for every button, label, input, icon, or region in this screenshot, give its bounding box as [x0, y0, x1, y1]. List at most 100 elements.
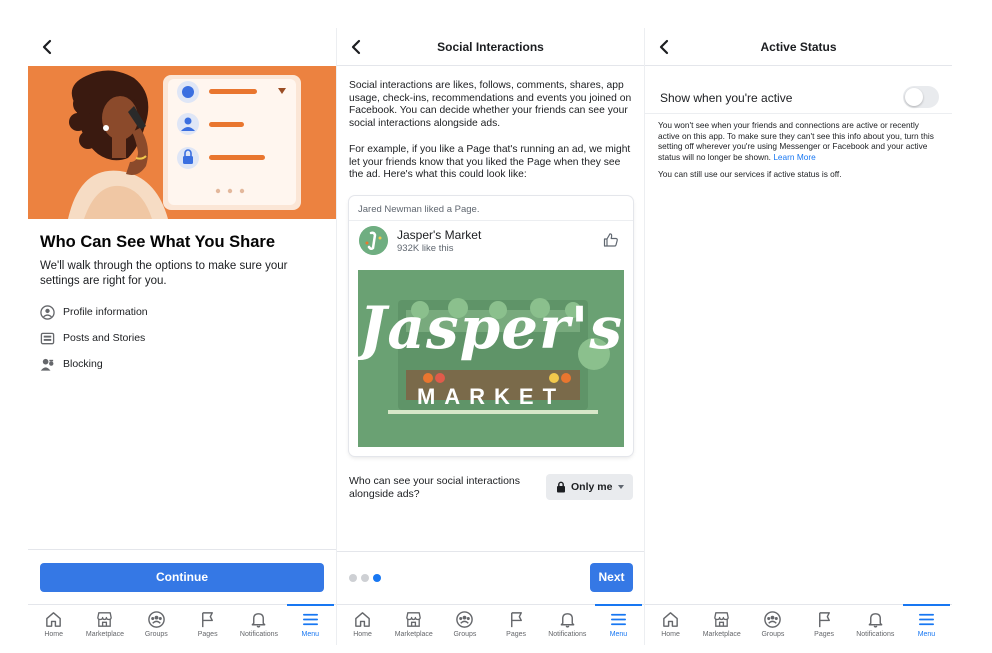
bottom-nav: Home Marketplace Groups Pages Notificati…: [645, 604, 952, 645]
nav-label: Home: [661, 631, 680, 638]
nav-home[interactable]: Home: [28, 605, 79, 645]
step-indicator: [349, 574, 385, 582]
flag-icon: [818, 612, 830, 628]
bell-icon: [868, 613, 883, 628]
header: [28, 28, 336, 66]
divider: [28, 549, 336, 550]
marketplace-icon: [714, 612, 730, 627]
audience-value: Only me: [571, 481, 613, 493]
nav-marketplace[interactable]: Marketplace: [79, 605, 130, 645]
marketplace-icon: [97, 612, 113, 627]
like-thumb-icon[interactable]: [603, 232, 619, 248]
social-interactions-panel: Social Interactions Social interactions …: [336, 28, 644, 645]
menu-icon: [302, 613, 318, 626]
nav-label: Groups: [761, 631, 785, 638]
nav-groups[interactable]: Groups: [439, 605, 490, 645]
nav-label: Home: [353, 631, 372, 638]
home-icon: [663, 612, 678, 627]
nav-label: Groups: [144, 631, 168, 638]
groups-icon: [764, 611, 782, 628]
bottom-nav: Home Marketplace Groups Pages Notificati…: [337, 604, 644, 645]
page-title: Who Can See What You Share: [40, 233, 276, 251]
active-status-toggle[interactable]: [903, 86, 939, 108]
nav-label: Groups: [453, 631, 477, 638]
example-paragraph: For example, if you like a Page that's r…: [349, 144, 631, 180]
option-profile-information[interactable]: Profile information: [40, 303, 148, 321]
nav-label: Notifications: [548, 631, 587, 638]
header: Social Interactions: [337, 28, 644, 66]
option-label: Blocking: [63, 358, 103, 370]
nav-label: Notifications: [856, 631, 895, 638]
divider: [337, 551, 644, 552]
bell-icon: [252, 613, 266, 628]
toggle-knob: [905, 88, 923, 106]
nav-home[interactable]: Home: [337, 605, 388, 645]
nav-label: Marketplace: [85, 631, 125, 638]
nav-menu[interactable]: Menu: [285, 604, 336, 645]
option-label: Profile information: [63, 306, 148, 318]
page-avatar: [359, 226, 388, 255]
option-label: Posts and Stories: [63, 332, 146, 344]
woman-phone-illustration: [68, 70, 301, 219]
menu-icon: [610, 613, 626, 626]
header-title: Social Interactions: [437, 40, 544, 54]
nav-label: Marketplace: [702, 631, 741, 638]
flag-icon: [510, 612, 522, 628]
ad-title: Jasper's: [358, 294, 624, 362]
ad-preview-card: Jared Newman liked a Page. Jasper's Mark…: [349, 196, 633, 456]
blocking-icon: [40, 358, 54, 371]
toggle-label: Show when you're active: [660, 91, 793, 105]
description-paragraph: Social interactions are likes, follows, …: [349, 80, 632, 129]
flag-icon: [202, 612, 214, 628]
lock-icon: [557, 481, 565, 493]
step-dot: [361, 574, 369, 582]
hero-illustration: [28, 66, 336, 219]
nav-menu[interactable]: Menu: [593, 604, 644, 645]
active-status-panel: Active Status Show when you're active Yo…: [644, 28, 952, 645]
home-icon: [355, 612, 370, 627]
nav-label: Menu: [301, 631, 320, 638]
nav-label: Menu: [609, 631, 628, 638]
learn-more-link[interactable]: Learn More: [773, 152, 815, 162]
option-blocking[interactable]: Blocking: [40, 355, 103, 373]
header-title: Active Status: [760, 40, 837, 54]
nav-marketplace[interactable]: Marketplace: [388, 605, 439, 645]
nav-notifications[interactable]: Notifications: [542, 605, 593, 645]
jaspers-logo-icon: [359, 226, 388, 255]
menu-icon: [918, 613, 934, 626]
bottom-nav: Home Marketplace Groups Pages Notificati…: [28, 604, 336, 645]
next-button[interactable]: Next: [590, 563, 633, 592]
header: Active Status: [645, 28, 952, 66]
nav-label: Pages: [506, 631, 527, 638]
nav-notifications[interactable]: Notifications: [850, 605, 901, 645]
nav-pages[interactable]: Pages: [799, 605, 850, 645]
nav-notifications[interactable]: Notifications: [233, 605, 284, 645]
chevron-down-icon: [618, 485, 625, 489]
nav-label: Pages: [197, 631, 218, 638]
option-posts-and-stories[interactable]: Posts and Stories: [40, 329, 145, 347]
nav-groups[interactable]: Groups: [747, 605, 798, 645]
nav-menu[interactable]: Menu: [901, 604, 952, 645]
step-dot-active: [373, 574, 381, 582]
nav-marketplace[interactable]: Marketplace: [696, 605, 747, 645]
intro-text: We'll walk through the options to make s…: [40, 260, 288, 287]
continue-button[interactable]: Continue: [40, 563, 324, 592]
audience-selector[interactable]: Only me: [546, 474, 633, 500]
groups-icon: [148, 611, 165, 628]
nav-label: Pages: [814, 631, 835, 638]
profile-icon: [40, 304, 55, 320]
groups-icon: [456, 611, 474, 628]
back-button[interactable]: [38, 38, 56, 56]
nav-pages[interactable]: Pages: [182, 605, 233, 645]
nav-groups[interactable]: Groups: [131, 605, 182, 645]
divider: [645, 113, 952, 114]
nav-home[interactable]: Home: [645, 605, 696, 645]
nav-label: Menu: [917, 631, 936, 638]
back-arrow-icon: [42, 39, 52, 55]
privacy-checkup-panel: Who Can See What You Share We'll walk th…: [28, 28, 336, 645]
nav-pages[interactable]: Pages: [491, 605, 542, 645]
home-icon: [46, 612, 62, 627]
card-divider: [349, 220, 633, 221]
ad-subtitle: MARKET: [416, 384, 566, 409]
ad-image: Jasper's MARKET: [358, 270, 624, 447]
